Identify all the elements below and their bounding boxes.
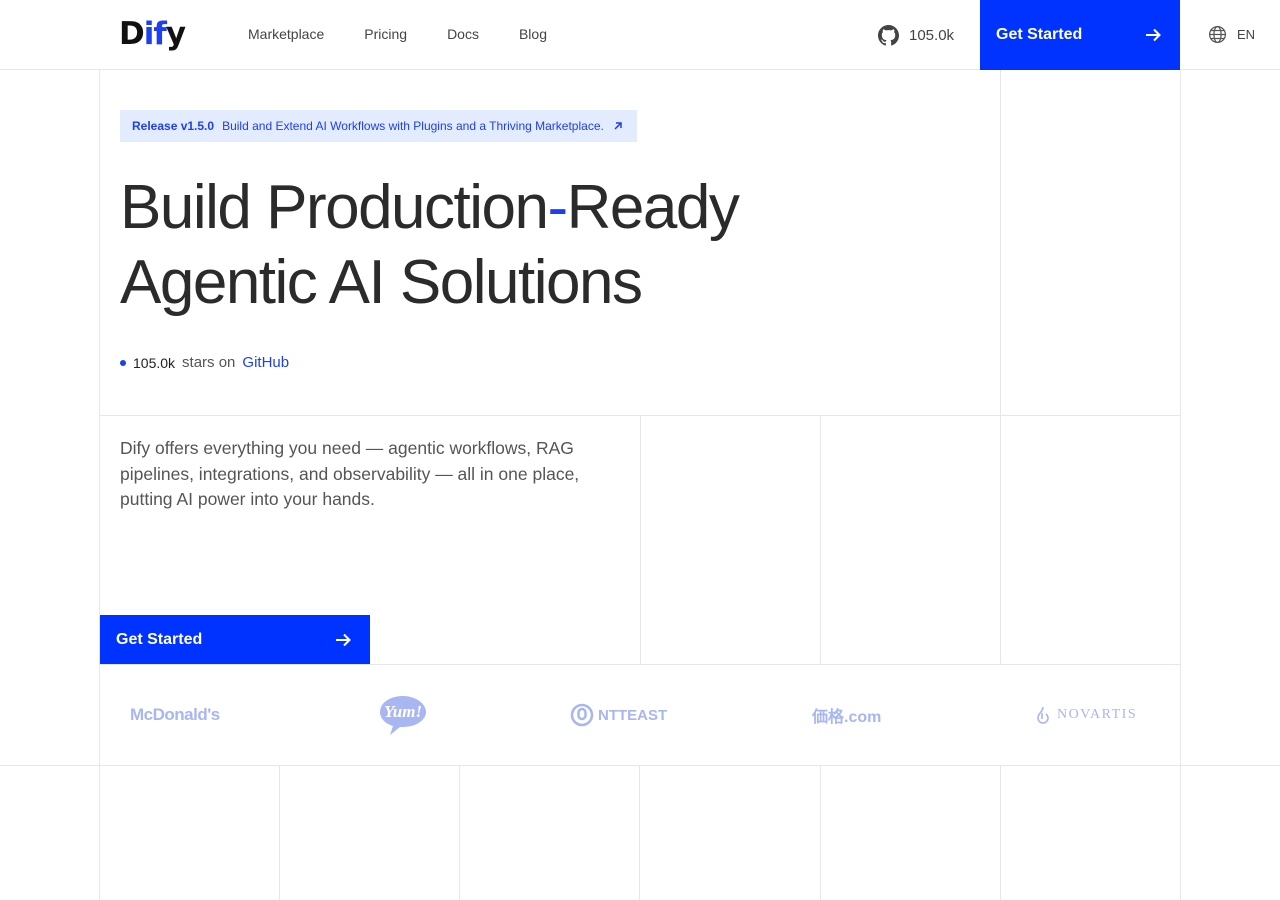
mcdonalds-logo: McDonald's <box>130 705 220 724</box>
ntt-circle-icon <box>570 703 594 727</box>
github-link[interactable]: GitHub <box>242 354 289 371</box>
grid-line <box>1180 70 1181 900</box>
kakaku-logo: 価格.com <box>812 709 882 726</box>
yum-logo: Yum! <box>378 665 428 765</box>
grid-line <box>0 765 1280 766</box>
dify-logo[interactable]: Dify <box>119 14 186 54</box>
novartis-logo: NOVARTIS <box>1035 665 1137 765</box>
header-get-started-label: Get Started <box>996 26 1083 43</box>
github-star-count: 105.0k <box>909 27 955 44</box>
grid-line <box>459 765 460 900</box>
github-icon <box>878 25 899 46</box>
grid-line <box>639 765 640 900</box>
nav-pricing[interactable]: Pricing <box>364 24 407 44</box>
nav-blog[interactable]: Blog <box>519 24 547 44</box>
stars-text: stars on <box>182 354 236 371</box>
grid-line <box>1000 765 1001 900</box>
language-switcher[interactable]: EN <box>1208 25 1255 44</box>
arrow-right-icon <box>336 633 351 646</box>
grid-line <box>640 415 641 664</box>
grid-line <box>99 70 100 900</box>
github-stars-link[interactable]: 105.0k <box>878 25 954 46</box>
arrow-up-right-icon <box>614 122 622 130</box>
github-stars-line: 105.0k stars on GitHub <box>120 354 289 371</box>
novartis-flame-icon <box>1037 706 1049 724</box>
site-header: Dify Marketplace Pricing Docs Blog 105.0… <box>0 0 1280 70</box>
release-version: Release v1.5.0 <box>132 119 215 133</box>
get-started-button[interactable]: Get Started <box>100 615 370 664</box>
get-started-label: Get Started <box>116 630 203 648</box>
grid-line <box>820 415 821 664</box>
nav-docs[interactable]: Docs <box>447 24 479 44</box>
arrow-right-icon <box>1146 28 1161 42</box>
main-nav: Marketplace Pricing Docs Blog <box>248 24 547 44</box>
status-dot <box>120 359 126 366</box>
grid-line <box>99 415 1181 416</box>
nav-marketplace[interactable]: Marketplace <box>248 24 324 44</box>
language-label: EN <box>1237 27 1256 42</box>
grid-line <box>820 765 821 900</box>
grid-line <box>279 765 280 900</box>
hero-description: Dify offers everything you need — agenti… <box>120 438 580 509</box>
grid-line <box>1000 70 1001 664</box>
stars-count: 105.0k <box>133 354 176 371</box>
release-text: Build and Extend AI Workflows with Plugi… <box>222 119 604 133</box>
header-get-started-button[interactable]: Get Started <box>980 0 1180 70</box>
svg-text:Yum!: Yum! <box>384 702 422 721</box>
hero-title: Build Production-Ready Agentic AI Soluti… <box>120 173 740 317</box>
release-badge[interactable]: Release v1.5.0 Build and Extend AI Workf… <box>120 110 637 142</box>
globe-icon <box>1208 25 1227 44</box>
ntt-east-logo: NTTEAST <box>570 665 667 765</box>
customer-logos: McDonald's Yum! NTTEAST 価格.com NOVARTIS <box>100 665 1180 765</box>
